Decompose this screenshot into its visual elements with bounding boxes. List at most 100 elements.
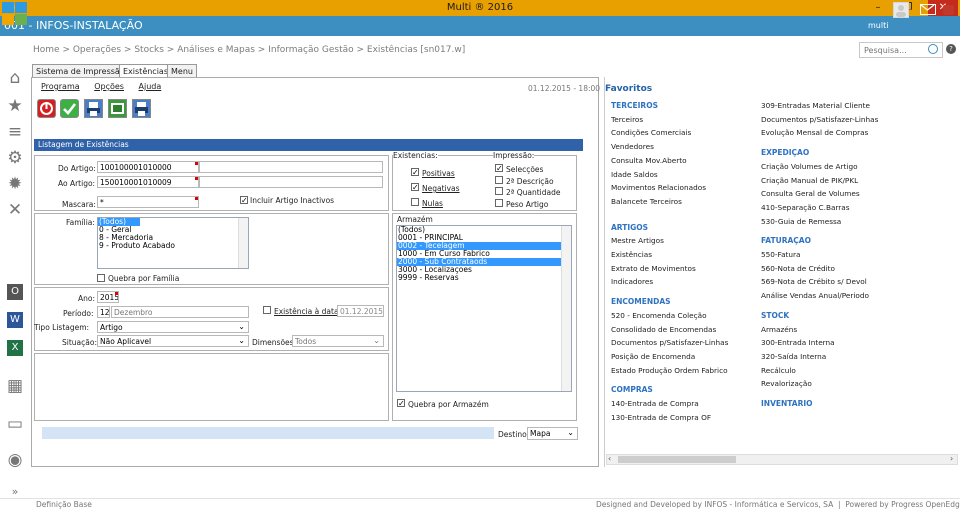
app-menu-icon[interactable] (2, 2, 28, 26)
favorites-link[interactable]: Documentos p/Satisfazer-Linhas (761, 115, 878, 124)
seleccoes-checkbox[interactable]: ✓ (495, 164, 503, 173)
mascara-field[interactable]: * (97, 196, 199, 208)
menu-programa[interactable]: Programa (41, 82, 80, 91)
outlook-icon[interactable]: O (7, 284, 23, 300)
periodo-number-field[interactable]: 12 (97, 306, 110, 318)
scrollbar[interactable] (561, 226, 571, 391)
favorites-link[interactable]: 140-Entrada de Compra (611, 399, 699, 408)
exit-icon[interactable] (943, 5, 954, 15)
favorites-link[interactable]: Idade Saldos (611, 170, 658, 179)
favorites-link[interactable]: 130-Entrada de Compra OF (611, 413, 711, 422)
negativas-checkbox[interactable]: ✓ (411, 183, 419, 192)
favorites-link[interactable]: 560-Nota de Crédito (761, 264, 835, 273)
favorites-link[interactable]: 320-Saída Interna (761, 352, 826, 361)
scrollbar[interactable] (238, 218, 248, 268)
favorites-link[interactable]: Recálculo (761, 366, 796, 375)
tab-menu[interactable]: Menu (167, 64, 197, 78)
tab-sistema-impressao[interactable]: Sistema de Impressão (32, 64, 129, 78)
print-button[interactable] (132, 99, 151, 118)
do-artigo-field[interactable]: 100100001010000 (97, 161, 199, 173)
scroll-right-icon[interactable]: › (950, 454, 953, 463)
favorites-link[interactable]: 569-Nota de Crébito s/ Devol (761, 277, 867, 286)
favorites-link[interactable]: Armazéns (761, 325, 797, 334)
favorites-link[interactable]: Consulta Mov.Aberto (611, 156, 687, 165)
favorites-link[interactable]: 309-Entradas Material Cliente (761, 101, 870, 110)
favorites-section-heading: ENCOMENDAS (611, 297, 671, 307)
favorites-link[interactable]: 300-Entrada Interna (761, 338, 835, 347)
favorites-link[interactable]: Terceiros (611, 115, 643, 124)
user-name[interactable]: multi (868, 16, 888, 36)
favorites-link[interactable]: 550-Fatura (761, 250, 801, 259)
favorites-link[interactable]: Revalorização (761, 379, 812, 388)
favorites-link[interactable]: Movimentos Relacionados (611, 183, 706, 192)
favorites-link[interactable]: Extrato de Movimentos (611, 264, 696, 273)
list-icon[interactable]: ≡ (5, 122, 25, 142)
favorites-link[interactable]: Balancete Terceiros (611, 197, 682, 206)
tab-existencias[interactable]: Existências (119, 64, 172, 78)
armazem-listbox[interactable]: (Todos) 0001 - PRINCIPAL 0002 - Tecelage… (396, 225, 572, 392)
list-item[interactable]: 9 - Produto Acabado (98, 242, 248, 250)
settings-cogs-icon[interactable]: ⚙ (5, 148, 25, 168)
export-button[interactable] (108, 99, 127, 118)
star-icon[interactable]: ★ (5, 96, 25, 116)
incluir-inactivos-checkbox[interactable]: ✓ (240, 196, 248, 205)
excel-icon[interactable]: X (7, 340, 23, 356)
favorites-link[interactable]: 410-Separação C.Barras (761, 203, 850, 212)
scrollbar-thumb[interactable] (618, 456, 736, 463)
positivas-checkbox[interactable]: ✓ (411, 168, 419, 177)
monitor-icon[interactable]: ▭ (5, 414, 25, 434)
mail-icon[interactable] (920, 4, 936, 15)
scroll-left-icon[interactable]: ‹ (608, 454, 611, 463)
existencia-data-checkbox[interactable] (263, 306, 271, 314)
ao-artigo-field[interactable]: 150010001010009 (97, 176, 199, 188)
breadcrumb[interactable]: Home > Operações > Stocks > Análises e M… (33, 36, 465, 64)
favorites-link[interactable]: Evolução Mensal de Compras (761, 128, 868, 137)
print-preview-button[interactable] (84, 99, 103, 118)
favorites-link[interactable]: Mestre Artigos (611, 236, 664, 245)
favorites-link[interactable]: Consolidado de Encomendas (611, 325, 716, 334)
destino-select[interactable]: Mapa ⌄ (527, 427, 578, 440)
network-icon[interactable]: ◉ (5, 450, 25, 470)
favorites-link[interactable]: Consulta Geral de Volumes (761, 189, 860, 198)
dimensoes-select[interactable]: Todos ⌄ (292, 335, 384, 347)
favorites-link[interactable]: Criação Manual de PIK/PKL (761, 176, 858, 185)
menu-opcoes[interactable]: Opções (94, 82, 124, 91)
favorites-link[interactable]: Estado Produção Ordem Fabrico (611, 366, 728, 375)
familia-listbox[interactable]: (Todos) 0 - Geral 8 - Mercadoria 9 - Pro… (97, 217, 249, 269)
existencia-data-label: Existência à data (274, 307, 339, 316)
tipo-listagem-value: Artigo (100, 323, 123, 332)
avatar[interactable] (893, 2, 909, 18)
word-icon[interactable]: W (7, 312, 23, 328)
favorites-link[interactable]: Vendedores (611, 142, 654, 151)
quebra-armazem-checkbox[interactable]: ✓ (397, 399, 405, 408)
favorites-link[interactable]: Condições Comerciais (611, 128, 691, 137)
favorites-link[interactable]: Indicadores (611, 277, 653, 286)
confirm-button[interactable] (60, 99, 79, 118)
situacao-select[interactable]: Não Aplicavel ⌄ (97, 335, 249, 347)
favorites-link[interactable]: Documentos p/Satisfazer-Linhas (611, 338, 728, 347)
minimize-button[interactable]: – (868, 0, 888, 16)
nulas-label: Nulas (422, 199, 443, 208)
tipo-listagem-select[interactable]: Artigo ⌄ (97, 321, 249, 333)
favorites-link[interactable]: Existências (611, 250, 652, 259)
favorites-link[interactable]: Criação Volumes de Artigo (761, 162, 858, 171)
favorites-link[interactable]: Posição de Encomenda (611, 352, 695, 361)
gear-icon[interactable]: ✹ (5, 174, 25, 194)
tools-icon[interactable]: ✕ (5, 200, 25, 220)
stop-button[interactable] (37, 99, 56, 118)
favorites-link[interactable]: 530-Guia de Remessa (761, 217, 841, 226)
help-icon[interactable]: ? (946, 44, 956, 54)
favorites-link[interactable]: Análise Vendas Anual/Periodo (761, 291, 869, 300)
favorites-link[interactable]: 520 - Encomenda Coleção (611, 311, 707, 320)
nulas-checkbox[interactable] (411, 198, 419, 206)
menu-ajuda[interactable]: Ajuda (139, 82, 162, 91)
quebra-familia-checkbox[interactable] (97, 274, 105, 282)
existencia-data-field[interactable]: 01.12.2015 (337, 305, 384, 317)
segunda-descricao-checkbox[interactable] (495, 176, 503, 184)
home-icon[interactable]: ⌂ (5, 68, 25, 88)
segunda-quantidade-checkbox[interactable] (495, 187, 503, 195)
peso-artigo-checkbox[interactable] (495, 199, 503, 207)
search-icon[interactable] (928, 44, 938, 54)
calculator-icon[interactable]: ▦ (5, 376, 25, 396)
list-item[interactable]: 9999 - Reservas (397, 274, 571, 282)
